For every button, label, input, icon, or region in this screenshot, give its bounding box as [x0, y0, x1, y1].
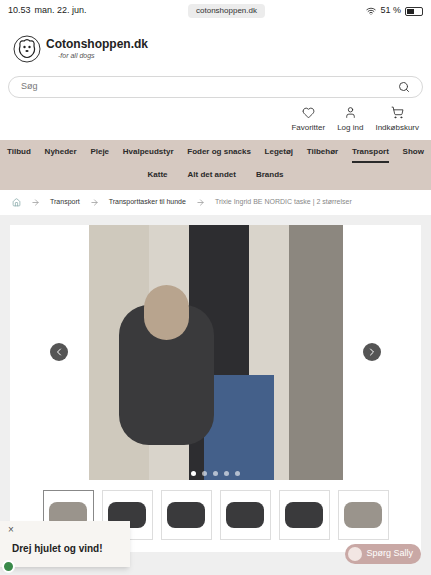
nav-item[interactable]: Tilbehør: [307, 146, 338, 163]
nav-item[interactable]: Alt det andet: [188, 169, 236, 186]
wifi-icon: [366, 6, 376, 16]
gallery-dot[interactable]: [213, 471, 218, 476]
header-action[interactable]: Log ind: [337, 106, 363, 134]
avatar-icon: [348, 547, 362, 561]
thumbnail[interactable]: [279, 490, 330, 540]
header-actions: Favoritter Log ind Indkøbskurv: [0, 98, 431, 140]
product-photo: [89, 225, 343, 480]
arrow-icon: [196, 198, 205, 207]
arrow-icon: [31, 198, 40, 207]
nav-item[interactable]: Hvalpeudstyr: [123, 146, 174, 163]
prev-button[interactable]: [50, 343, 68, 361]
nav-item[interactable]: Katte: [147, 169, 167, 186]
chevron-left-icon: [53, 346, 65, 358]
status-bar: 10.53 man. 22. jun. cotonshoppen.dk 51 %: [0, 0, 431, 22]
search-field[interactable]: Søg: [8, 76, 423, 98]
main-nav: Tilbud Nyheder Pleje Hvalpeudstyr Foder og s…: [0, 140, 431, 190]
thumbnail[interactable]: [220, 490, 271, 540]
status-date: man. 22. jun.: [35, 4, 87, 18]
nav-item[interactable]: Transport: [352, 146, 389, 163]
heart-icon: [302, 106, 315, 119]
popup-text: Drej hjulet og vind!: [12, 543, 103, 554]
home-icon[interactable]: [12, 198, 21, 207]
close-button[interactable]: ×: [8, 522, 14, 537]
header: Cotonshoppen.dk-for all dogs Søg Favoritte…: [0, 22, 431, 140]
breadcrumb-item[interactable]: Transporttasker til hunde: [109, 197, 186, 208]
product-gallery: [10, 225, 421, 552]
header-action[interactable]: Indkøbskurv: [375, 106, 419, 134]
gallery-dot[interactable]: [235, 471, 240, 476]
logo-name: Cotonshoppen.dk: [46, 37, 148, 52]
thumbnail[interactable]: [161, 490, 212, 540]
gallery-dot[interactable]: [191, 471, 196, 476]
chat-button[interactable]: Spørg Sally: [345, 544, 421, 564]
gallery-dot[interactable]: [224, 471, 229, 476]
arrow-icon: [90, 198, 99, 207]
breadcrumb: Transport Transporttasker til hunde Trixie…: [0, 190, 431, 215]
breadcrumb-item[interactable]: Transport: [50, 197, 80, 208]
wheel-badge-icon[interactable]: [2, 560, 15, 573]
battery-text: 51 %: [380, 4, 401, 18]
search-icon: [398, 81, 410, 93]
url-bar[interactable]: cotonshoppen.dk: [188, 4, 265, 18]
next-button[interactable]: [363, 343, 381, 361]
logo[interactable]: Cotonshoppen.dk-for all dogs: [0, 22, 431, 72]
cart-icon: [391, 106, 404, 119]
nav-item[interactable]: Legetøj: [265, 146, 293, 163]
nav-item[interactable]: Nyheder: [45, 146, 77, 163]
search-placeholder: Søg: [21, 80, 38, 94]
user-icon: [344, 106, 357, 119]
gallery-dot[interactable]: [202, 471, 207, 476]
wheel-popup[interactable]: × Drej hjulet og vind!: [0, 521, 130, 567]
chevron-right-icon: [366, 346, 378, 358]
dog-logo-icon: [12, 34, 42, 64]
header-action[interactable]: Favoritter: [291, 106, 325, 134]
breadcrumb-item: Trixie Ingrid BE NORDIC taske | 2 større…: [215, 197, 352, 208]
logo-tagline: -for all dogs: [46, 52, 148, 61]
nav-item[interactable]: Tilbud: [7, 146, 31, 163]
nav-item[interactable]: Show: [403, 146, 424, 163]
nav-item[interactable]: Foder og snacks: [187, 146, 251, 163]
status-time: 10.53: [8, 4, 31, 18]
nav-item[interactable]: Brands: [256, 169, 284, 186]
page: 10.53 man. 22. jun. cotonshoppen.dk 51 % Cot…: [0, 0, 431, 575]
nav-item[interactable]: Pleje: [90, 146, 109, 163]
thumbnail[interactable]: [338, 490, 389, 540]
battery-icon: [405, 7, 423, 16]
